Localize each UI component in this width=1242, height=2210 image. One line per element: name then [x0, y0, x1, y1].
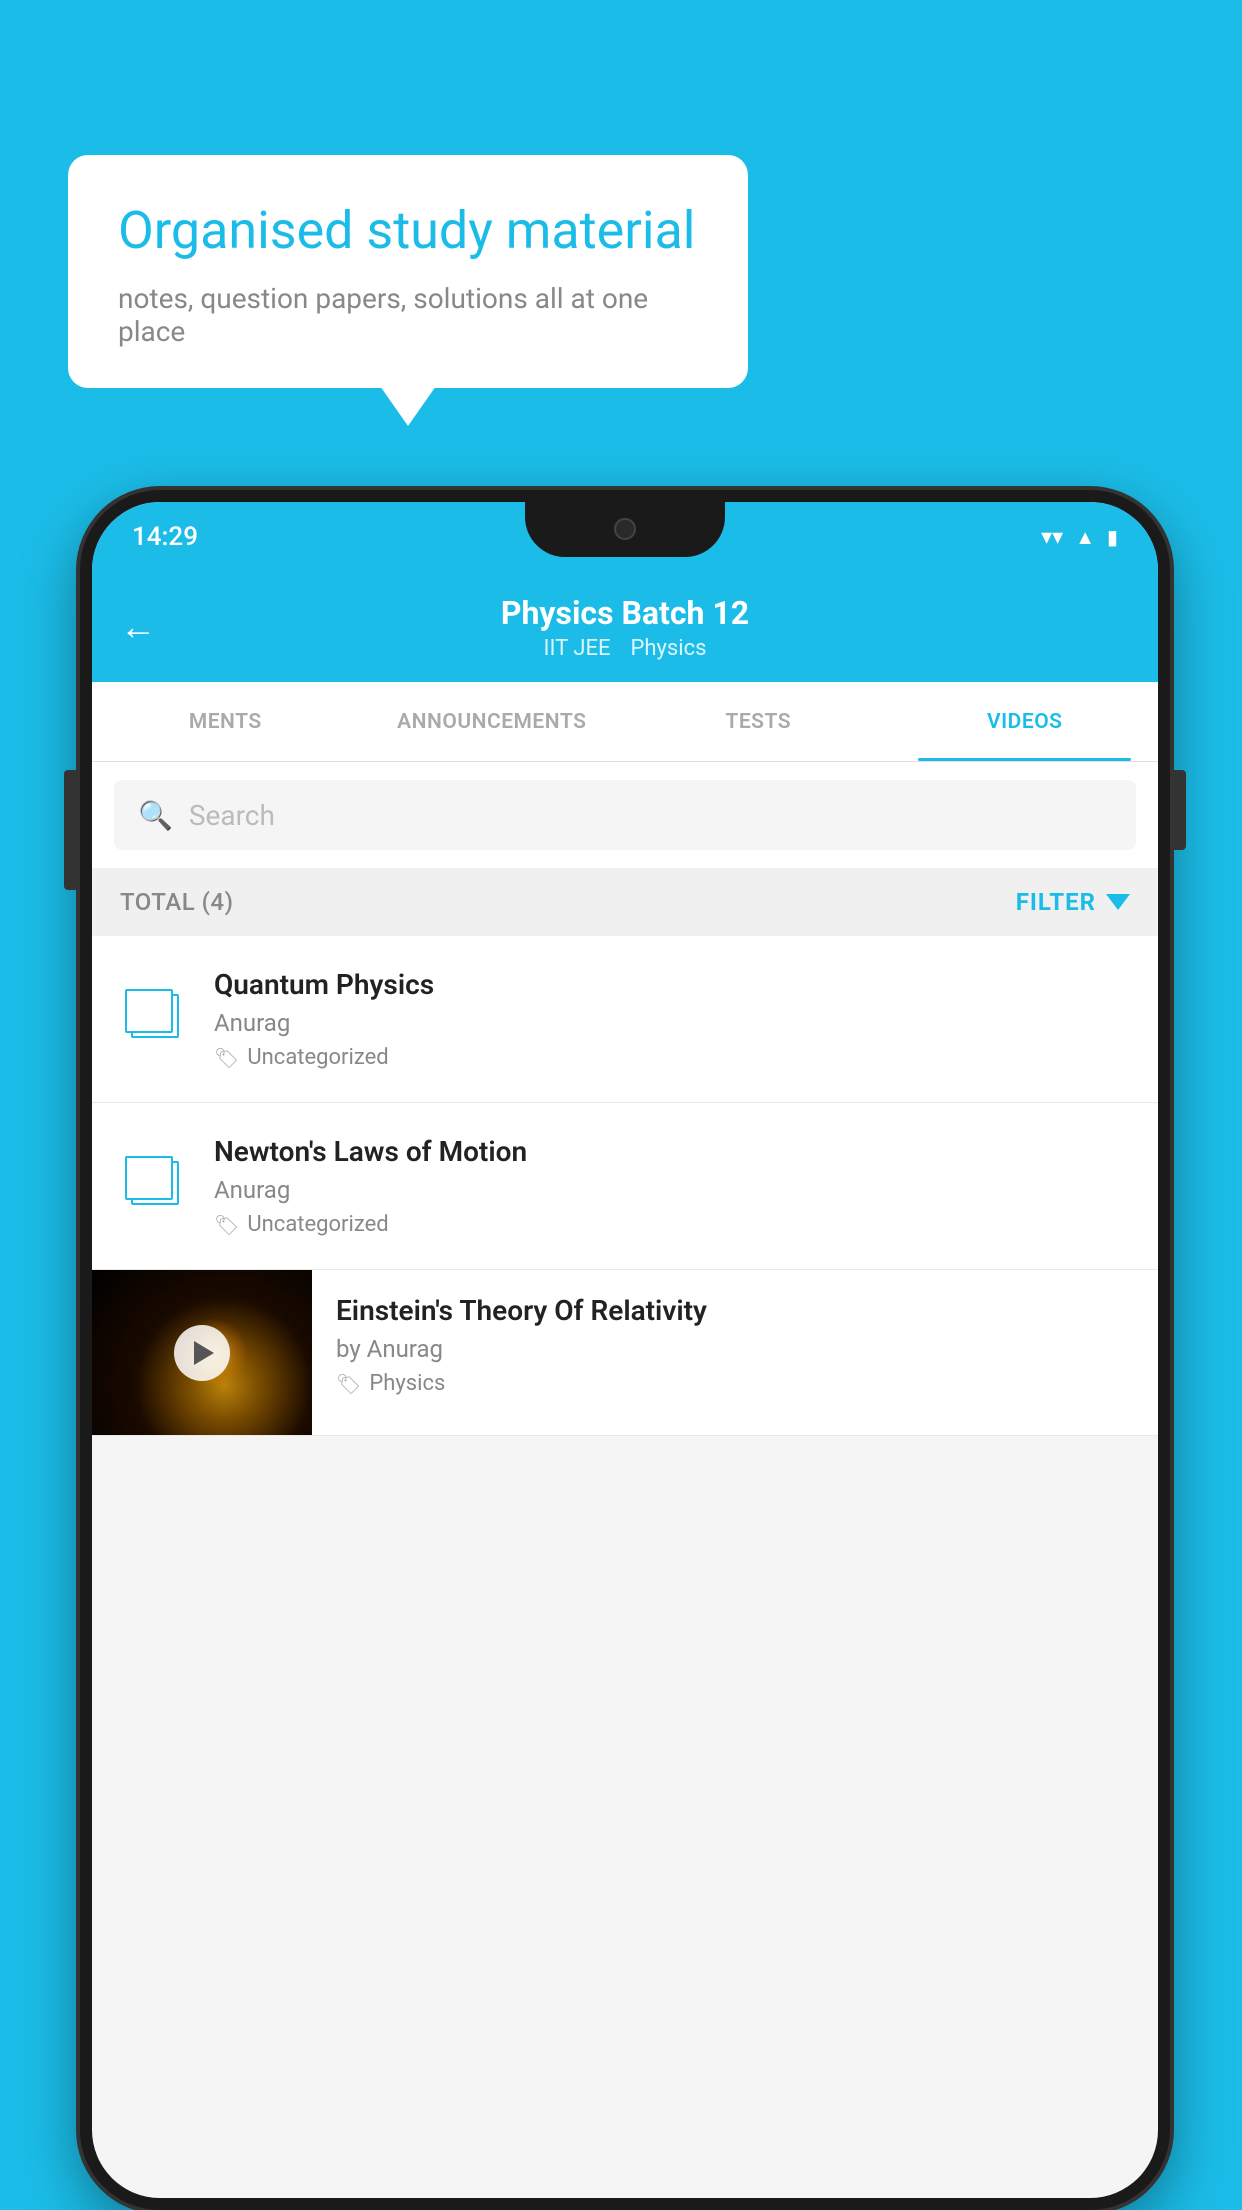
video-item-newton[interactable]: Newton's Laws of Motion Anurag 🏷 Uncateg…: [92, 1103, 1158, 1270]
back-button[interactable]: ←: [120, 606, 156, 648]
tabs-bar: MENTS ANNOUNCEMENTS TESTS VIDEOS: [92, 682, 1158, 762]
thumb-item-author: by Anurag: [336, 1335, 1134, 1363]
search-box[interactable]: 🔍 Search: [114, 780, 1136, 850]
play-button[interactable]: [174, 1325, 230, 1381]
item-tag-2: 🏷 Uncategorized: [214, 1212, 1130, 1237]
thumb-item-tag: 🏷 Physics: [336, 1371, 1134, 1396]
play-triangle-icon: [194, 1341, 214, 1365]
item-author-2: Anurag: [214, 1176, 1130, 1204]
thumb-item-title: Einstein's Theory Of Relativity: [336, 1294, 1134, 1327]
item-details-2: Newton's Laws of Motion Anurag 🏷 Uncateg…: [214, 1135, 1130, 1237]
thumbnail-wrap: [92, 1270, 312, 1435]
tag-icon: 🏷: [214, 1046, 239, 1070]
item-title: Quantum Physics: [214, 968, 1130, 1001]
filter-triangle-icon: [1106, 894, 1130, 910]
app-header: ← Physics Batch 12 IIT JEE Physics: [92, 572, 1158, 682]
search-container: 🔍 Search: [92, 762, 1158, 868]
search-icon: 🔍: [138, 799, 173, 832]
wifi-icon: ▾▾: [1041, 525, 1063, 550]
app-subtitle: IIT JEE Physics: [544, 636, 707, 661]
item-tag: 🏷 Uncategorized: [214, 1045, 1130, 1070]
subtitle-iitjee: IIT JEE: [544, 636, 611, 661]
subtitle-physics: Physics: [630, 636, 706, 661]
item-icon-wrap: [120, 972, 190, 1052]
speech-bubble: Organised study material notes, question…: [68, 155, 748, 388]
search-placeholder: Search: [189, 799, 275, 832]
item-details: Quantum Physics Anurag 🏷 Uncategorized: [214, 968, 1130, 1070]
phone-frame: 14:29 ▾▾ ▲ ▮ ← Physics Batch 12 IIT JEE …: [80, 490, 1170, 2210]
total-label: TOTAL (4): [120, 888, 233, 916]
folder-page2-2: [125, 1156, 173, 1200]
folder-icon: [125, 986, 185, 1038]
filter-bar: TOTAL (4) FILTER: [92, 868, 1158, 936]
content-list: Quantum Physics Anurag 🏷 Uncategorized: [92, 936, 1158, 1436]
folder-icon-2: [125, 1153, 185, 1205]
tag-label-3: Physics: [369, 1371, 445, 1396]
status-icons: ▾▾ ▲ ▮: [1041, 525, 1118, 550]
tab-videos[interactable]: VIDEOS: [892, 682, 1159, 761]
tag-icon-3: 🏷: [336, 1372, 361, 1396]
tab-announcements[interactable]: ANNOUNCEMENTS: [359, 682, 626, 761]
tag-label: Uncategorized: [247, 1045, 388, 1070]
tab-ments[interactable]: MENTS: [92, 682, 359, 761]
status-time: 14:29: [132, 522, 198, 552]
video-item-quantum[interactable]: Quantum Physics Anurag 🏷 Uncategorized: [92, 936, 1158, 1103]
phone-camera: [614, 518, 636, 540]
filter-button[interactable]: FILTER: [1016, 888, 1130, 916]
app-title: Physics Batch 12: [501, 594, 749, 632]
thumb-item-details: Einstein's Theory Of Relativity by Anura…: [312, 1270, 1158, 1420]
filter-label: FILTER: [1016, 888, 1096, 916]
item-icon-wrap-2: [120, 1139, 190, 1219]
item-author: Anurag: [214, 1009, 1130, 1037]
battery-icon: ▮: [1107, 525, 1118, 549]
bubble-title: Organised study material: [118, 200, 698, 262]
item-title-2: Newton's Laws of Motion: [214, 1135, 1130, 1168]
phone-notch: [525, 502, 725, 557]
folder-page2: [125, 989, 173, 1033]
signal-icon: ▲: [1075, 525, 1095, 550]
phone-screen: 14:29 ▾▾ ▲ ▮ ← Physics Batch 12 IIT JEE …: [92, 502, 1158, 2198]
tab-tests[interactable]: TESTS: [625, 682, 892, 761]
thumbnail-bg: [92, 1270, 312, 1435]
tag-icon-2: 🏷: [214, 1213, 239, 1237]
tag-label-2: Uncategorized: [247, 1212, 388, 1237]
bubble-subtitle: notes, question papers, solutions all at…: [118, 282, 698, 348]
video-item-einstein[interactable]: Einstein's Theory Of Relativity by Anura…: [92, 1270, 1158, 1436]
